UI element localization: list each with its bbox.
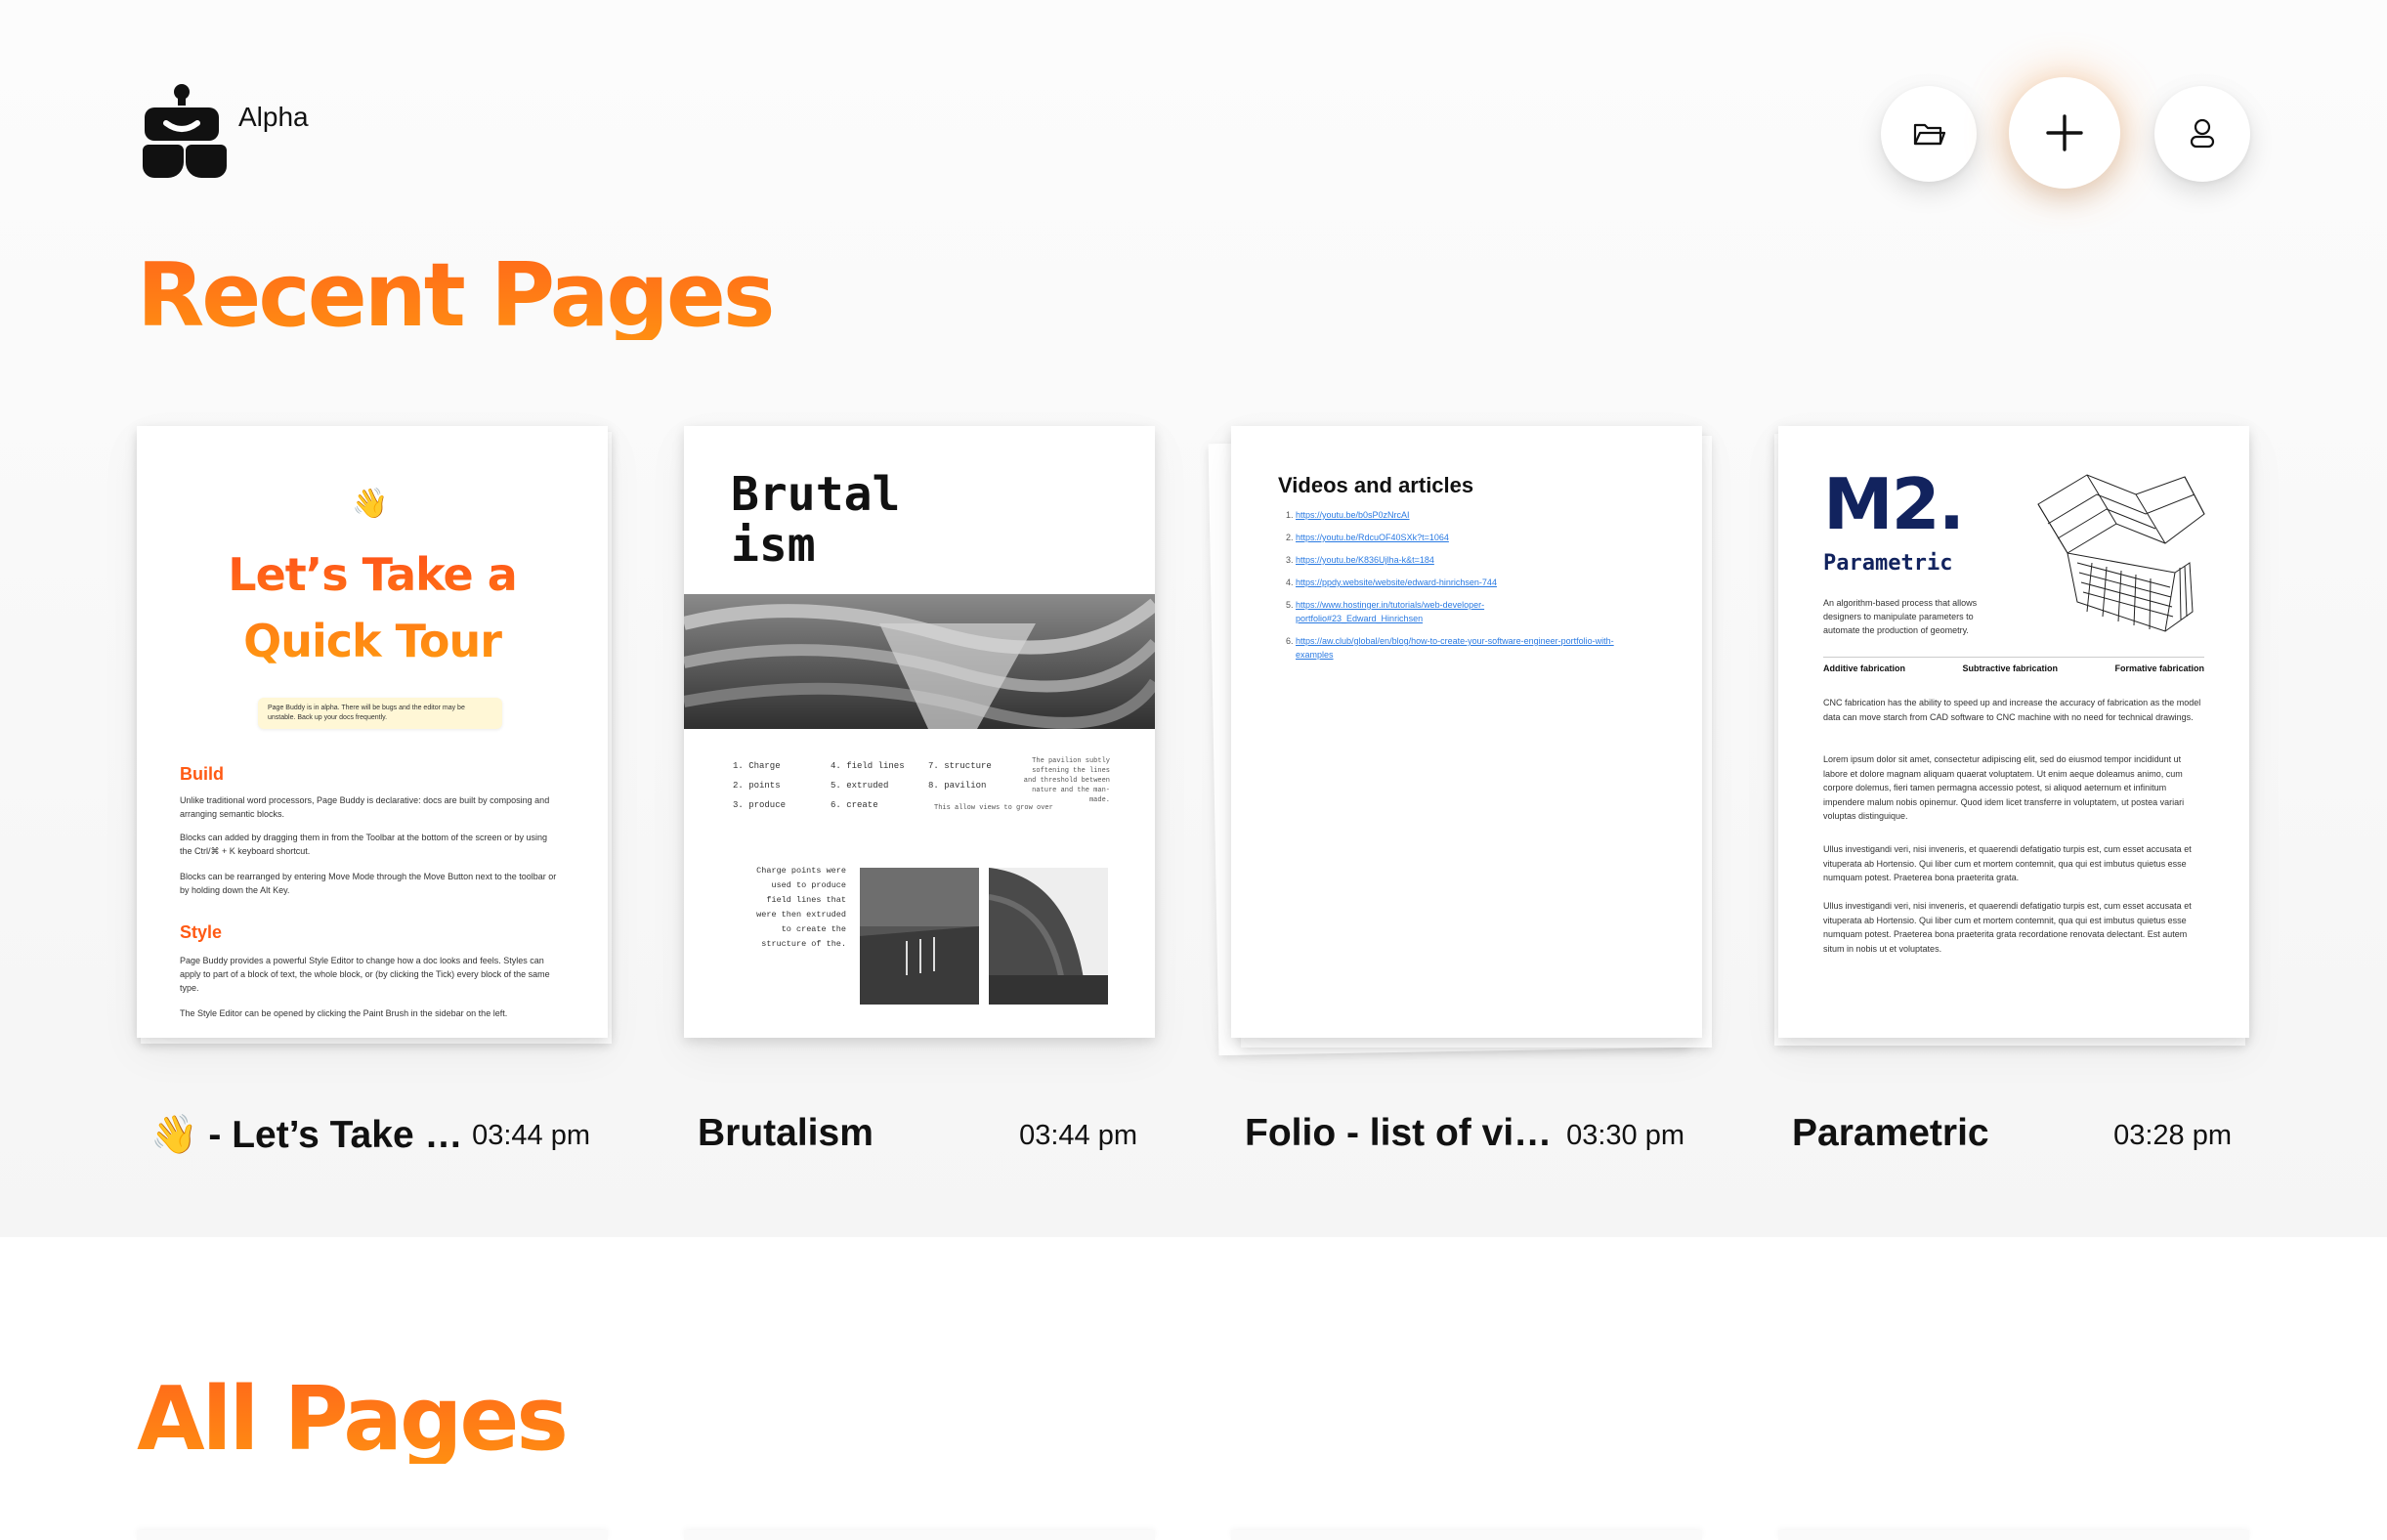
page-time: 03:28 pm [2113,1120,2232,1151]
thumbnail-heading: Let’s Take a Quick Tour [137,541,608,674]
architecture-photo [989,868,1108,1005]
thumbnail-heading: M2. [1823,463,1965,545]
profile-button[interactable] [2154,86,2250,182]
page-card-brutalism[interactable]: Brutal ism 1. Charge 2. points 3. produc… [684,426,1155,1154]
page-title[interactable]: Folio - list of videos and articles [1245,1112,1557,1155]
alpha-notice: Page Buddy is in alpha. There will be bu… [258,698,502,729]
page-title[interactable]: Parametric [1792,1112,2105,1155]
all-pages-grid [137,1530,2286,1540]
fabrication-labels: Additive fabrication Subtractive fabrica… [1823,657,2204,673]
page-thumbnail[interactable]: 👋 Let’s Take a Quick Tour Page Buddy is … [137,426,608,1038]
page-time: 03:44 pm [472,1120,590,1151]
page-title[interactable]: 👋 - Let’s Take a Quick Tour [150,1112,463,1157]
page-card-quick-tour[interactable]: 👋 Let’s Take a Quick Tour Page Buddy is … [137,426,612,1156]
page-card-folio[interactable]: Videos and articles https://youtu.be/b0s… [1208,426,1712,1154]
folder-icon [1913,123,1945,146]
architecture-photo [684,594,1155,729]
architecture-photo [860,868,979,1005]
all-pages-heading: All Pages [137,1368,569,1471]
app-name: Alpha [238,102,309,132]
page-time: 03:44 pm [1019,1120,1137,1151]
thumbnail-heading: Videos and articles [1278,473,1474,497]
new-page-button[interactable] [2009,77,2120,189]
page-time: 03:30 pm [1566,1120,1684,1151]
plus-icon [2046,114,2083,151]
link-list: https://youtu.be/b0sP0zNrcAI https://you… [1286,508,1647,670]
page-card-parametric[interactable]: M2. Parametric An algorithm-based proces… [1774,426,2249,1154]
parametric-structure-illustration [2037,474,2205,632]
build-heading: Build [180,764,224,784]
page-thumbnail[interactable]: Videos and articles https://youtu.be/b0s… [1231,426,1702,1038]
page-thumbnail[interactable]: Brutal ism 1. Charge 2. points 3. produc… [684,426,1155,1038]
page-title[interactable]: Brutalism [698,1112,1010,1155]
page-thumbnail[interactable]: M2. Parametric An algorithm-based proces… [1778,426,2249,1038]
app-logo[interactable] [137,84,234,182]
user-icon [2190,118,2215,149]
wave-emoji: 👋 [352,488,389,520]
recent-pages-heading: Recent Pages [137,244,775,347]
thumbnail-heading: Brutal ism [731,467,901,573]
style-heading: Style [180,922,223,942]
open-folder-button[interactable] [1881,86,1977,182]
